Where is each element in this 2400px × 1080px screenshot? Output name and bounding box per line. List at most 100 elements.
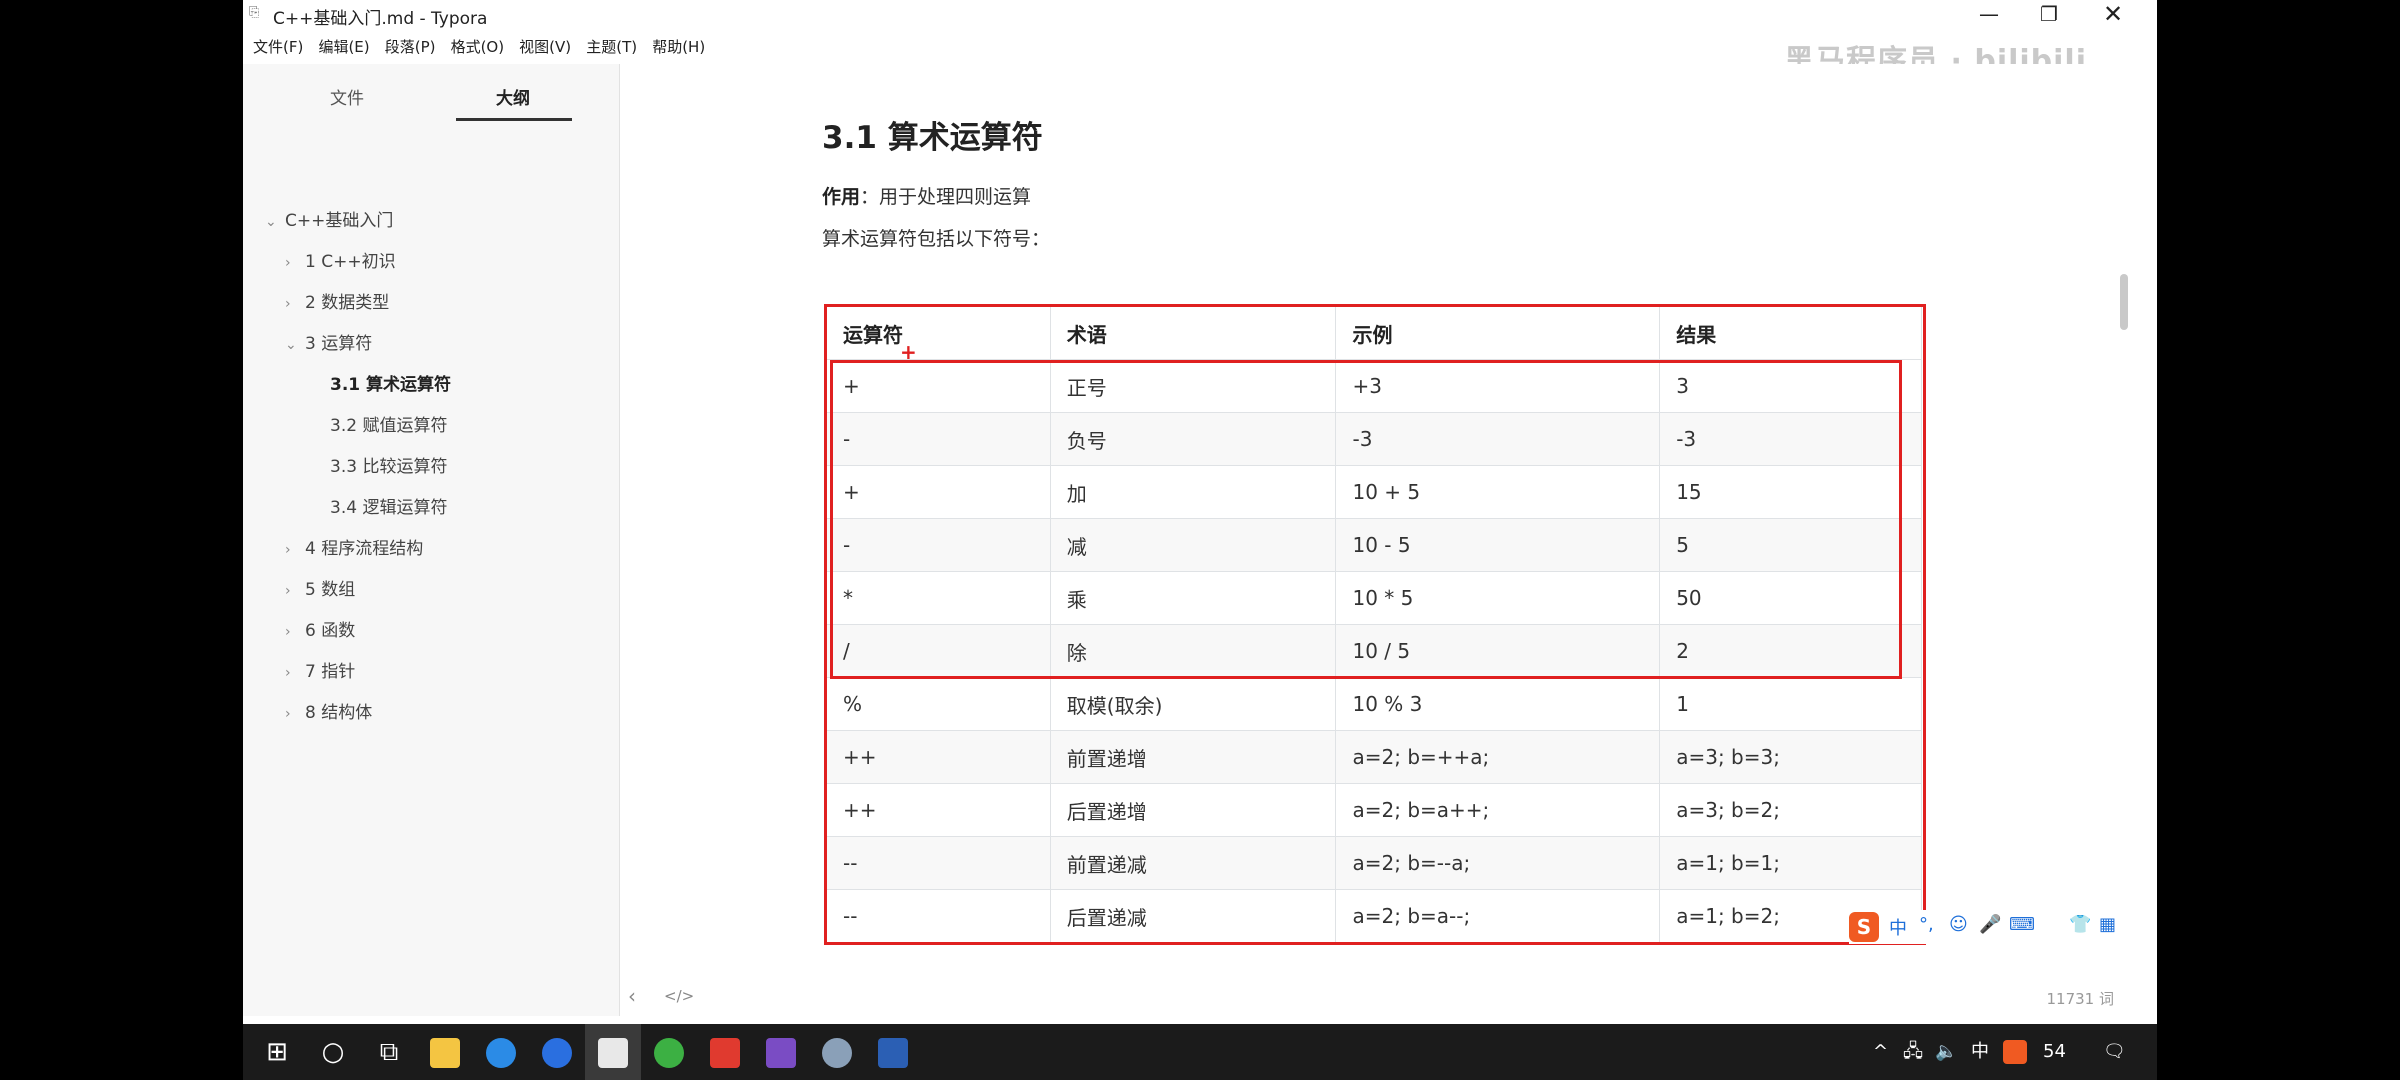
ime-toolbox-icon[interactable]: ▦: [2099, 914, 2116, 935]
visual-studio-icon[interactable]: [753, 1024, 809, 1080]
cell-term[interactable]: 除: [1049, 624, 1337, 678]
cell-example[interactable]: 10 + 5: [1335, 465, 1661, 519]
cell-operator[interactable]: --: [826, 889, 1051, 943]
outline-item-3-2[interactable]: 3.2 赋值运算符: [330, 411, 447, 436]
cell-term[interactable]: 前置递增: [1049, 730, 1337, 784]
outline-item-7[interactable]: › 7 指针: [285, 657, 355, 682]
cell-example[interactable]: a=2; b=--a;: [1335, 836, 1661, 890]
typora-taskbar-icon[interactable]: [585, 1024, 641, 1080]
volume-icon[interactable]: 🔈: [1935, 1024, 1957, 1080]
qq-browser-icon[interactable]: [473, 1024, 529, 1080]
editor-content[interactable]: 3.1 算术运算符 作用：用于处理四则运算 算术运算符包括以下符号： 运算符 术…: [620, 64, 2134, 1016]
cell-result[interactable]: 3: [1659, 359, 1922, 413]
outline-item-3[interactable]: ⌄ 3 运算符: [285, 329, 372, 354]
green-app-icon[interactable]: [641, 1024, 697, 1080]
cell-example[interactable]: 10 * 5: [1335, 571, 1661, 625]
tray-chevron-icon[interactable]: ^: [1873, 1024, 1888, 1080]
cell-term[interactable]: 加: [1049, 465, 1337, 519]
menu-help[interactable]: 帮助(H): [652, 33, 705, 61]
cell-example[interactable]: +3: [1335, 359, 1661, 413]
cell-term[interactable]: 后置递增: [1049, 783, 1337, 837]
cell-result[interactable]: 2: [1659, 624, 1922, 678]
cell-result[interactable]: 5: [1659, 518, 1922, 572]
cell-result[interactable]: 1: [1659, 677, 1922, 731]
cell-operator[interactable]: ++: [826, 783, 1051, 837]
menu-format[interactable]: 格式(O): [451, 33, 505, 61]
cell-operator[interactable]: -: [826, 518, 1051, 572]
close-button[interactable]: ✕: [2083, 0, 2143, 30]
scrollbar-thumb[interactable]: [2120, 274, 2128, 330]
cell-example[interactable]: a=2; b=a++;: [1335, 783, 1661, 837]
cell-example[interactable]: a=2; b=++a;: [1335, 730, 1661, 784]
cell-example[interactable]: 10 / 5: [1335, 624, 1661, 678]
source-code-toggle-icon[interactable]: </>: [664, 987, 694, 1005]
cell-operator[interactable]: --: [826, 836, 1051, 890]
cell-term[interactable]: 取模(取余): [1049, 677, 1337, 731]
tray-language[interactable]: 中: [1971, 1024, 1989, 1080]
tab-files[interactable]: 文件: [330, 84, 364, 109]
search-circle-icon[interactable]: ○: [305, 1024, 361, 1080]
cell-operator[interactable]: -: [826, 412, 1051, 466]
notifications-icon[interactable]: 🗨: [2103, 1024, 2126, 1080]
outline-item-root[interactable]: ⌄ C++基础入门: [265, 206, 393, 231]
xmind-icon[interactable]: [697, 1024, 753, 1080]
windows-start-icon[interactable]: ⊞: [249, 1024, 305, 1080]
cell-example[interactable]: 10 - 5: [1335, 518, 1661, 572]
outline-item-3-1[interactable]: 3.1 算术运算符: [330, 370, 451, 395]
ime-voice-icon[interactable]: 🎤: [1979, 914, 2001, 935]
outline-item-3-4[interactable]: 3.4 逻辑运算符: [330, 493, 447, 518]
sidebar-toggle-icon[interactable]: ‹: [628, 984, 636, 1008]
outline-item-1[interactable]: › 1 C++初识: [285, 247, 396, 272]
cell-result[interactable]: 50: [1659, 571, 1922, 625]
network-icon[interactable]: 🖧: [1903, 1024, 1923, 1080]
cell-term[interactable]: 负号: [1049, 412, 1337, 466]
cell-operator[interactable]: %: [826, 677, 1051, 731]
cell-result[interactable]: a=3; b=3;: [1659, 730, 1922, 784]
cell-result[interactable]: a=3; b=2;: [1659, 783, 1922, 837]
outline-item-3-3[interactable]: 3.3 比较运算符: [330, 452, 447, 477]
baidu-netdisk-icon[interactable]: [529, 1024, 585, 1080]
word-icon[interactable]: [865, 1024, 921, 1080]
cell-term[interactable]: 前置递减: [1049, 836, 1337, 890]
tray-badge[interactable]: 54: [2043, 1024, 2066, 1080]
task-view-icon[interactable]: ⧉: [361, 1024, 417, 1080]
cell-result[interactable]: -3: [1659, 412, 1922, 466]
cell-result[interactable]: 15: [1659, 465, 1922, 519]
cell-operator[interactable]: /: [826, 624, 1051, 678]
menu-theme[interactable]: 主题(T): [586, 33, 637, 61]
ime-emoji-icon[interactable]: ☺: [1949, 914, 1968, 935]
tab-outline[interactable]: 大纲: [496, 84, 530, 109]
outline-item-4[interactable]: › 4 程序流程结构: [285, 534, 423, 559]
cell-example[interactable]: a=2; b=a--;: [1335, 889, 1661, 943]
cell-term[interactable]: 减: [1049, 518, 1337, 572]
menu-view[interactable]: 视图(V): [519, 33, 571, 61]
restore-button[interactable]: ❐: [2019, 0, 2079, 30]
outline-item-2[interactable]: › 2 数据类型: [285, 288, 389, 313]
word-count[interactable]: 11731 词: [2047, 988, 2115, 1009]
paint-app-icon[interactable]: [809, 1024, 865, 1080]
menu-file[interactable]: 文件(F): [253, 33, 303, 61]
cell-term[interactable]: 乘: [1049, 571, 1337, 625]
ime-lang-icon[interactable]: 中: [1889, 914, 1907, 940]
minimize-button[interactable]: —: [1959, 0, 2019, 30]
cell-term[interactable]: 后置递减: [1049, 889, 1337, 943]
outline-item-8[interactable]: › 8 结构体: [285, 698, 372, 723]
ime-keyboard-icon[interactable]: ⌨: [2009, 914, 2035, 935]
cell-term[interactable]: 正号: [1049, 359, 1337, 413]
menu-paragraph[interactable]: 段落(P): [385, 33, 436, 61]
sogou-ime-icon[interactable]: S: [1849, 912, 1879, 942]
outline-item-6[interactable]: › 6 函数: [285, 616, 355, 641]
menu-edit[interactable]: 编辑(E): [318, 33, 369, 61]
ime-punctuation-icon[interactable]: °,: [1919, 914, 1934, 935]
cell-operator[interactable]: *: [826, 571, 1051, 625]
cell-operator[interactable]: +: [826, 465, 1051, 519]
cell-operator[interactable]: +: [826, 359, 1051, 413]
cell-result[interactable]: a=1; b=1;: [1659, 836, 1922, 890]
cell-example[interactable]: -3: [1335, 412, 1661, 466]
file-explorer-icon[interactable]: [417, 1024, 473, 1080]
ime-skin-icon[interactable]: 👕: [2069, 914, 2091, 935]
cell-example[interactable]: 10 % 3: [1335, 677, 1661, 731]
outline-item-5[interactable]: › 5 数组: [285, 575, 355, 600]
cell-operator[interactable]: ++: [826, 730, 1051, 784]
sogou-tray-icon[interactable]: [2003, 1024, 2027, 1080]
